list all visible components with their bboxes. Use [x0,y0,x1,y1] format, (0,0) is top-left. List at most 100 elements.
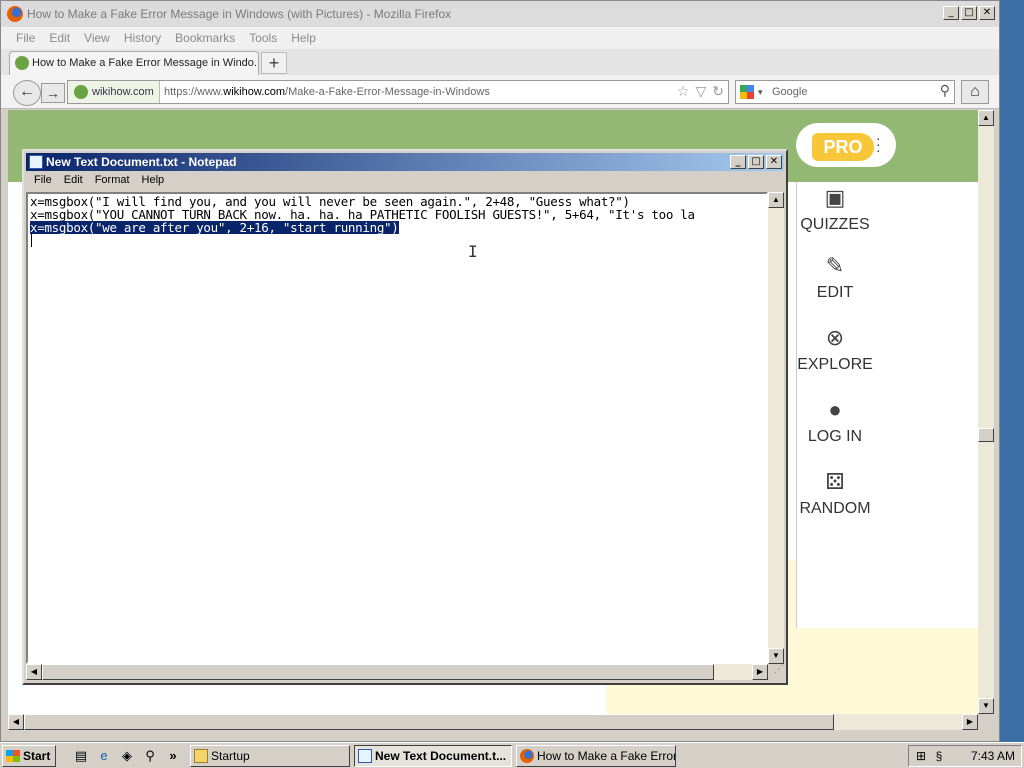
notepad-title: New Text Document.txt - Notepad [46,155,237,169]
home-button[interactable]: ⌂ [961,80,989,104]
user-icon: ● [828,397,842,422]
nav-quizzes[interactable]: ▣ QUIZZES [797,186,873,234]
notepad-scroll-right-icon[interactable]: ▶ [752,664,768,680]
notepad-hscroll-thumb[interactable] [42,664,714,680]
folder-icon [194,749,208,763]
menu-file[interactable]: File [9,27,42,49]
scroll-right-arrow-icon[interactable]: ▶ [962,714,978,730]
notepad-menu-help[interactable]: Help [136,172,171,191]
text-caret [31,234,32,247]
scroll-left-arrow-icon[interactable]: ◀ [8,714,24,730]
dice-icon: ⚄ [825,469,845,494]
nav-explore-label: EXPLORE [797,356,873,373]
site-identity-button[interactable]: wikihow.com [68,81,160,103]
task-firefox-label: How to Make a Fake Error... [537,749,676,763]
tray-status-icon[interactable]: § [931,748,947,764]
task-startup[interactable]: Startup [190,745,350,767]
notepad-menu-edit[interactable]: Edit [58,172,89,191]
resize-grip-icon[interactable]: ⋰ [768,664,784,680]
search-engine-dropdown-icon[interactable]: ▾ [758,81,763,103]
maximize-button[interactable]: □ [961,6,977,20]
search-bar[interactable]: ▾ Google ⚲ [735,80,955,104]
text-line-3-selected: x=msgbox("we are after you", 2+16, "star… [30,220,399,235]
system-tray: ⊞ § 7:43 AM [908,745,1022,767]
network-icon[interactable]: ◈ [118,747,136,765]
tab-wikihow[interactable]: How to Make a Fake Error Message in Wind… [9,51,259,75]
nav-quizzes-label: QUIZZES [800,216,870,233]
quizzes-icon: ▣ [824,185,846,210]
menu-view[interactable]: View [77,27,117,49]
page-vertical-scrollbar[interactable]: ▲ ▼ [978,110,994,714]
new-tab-button[interactable]: + [261,52,287,74]
notepad-task-icon [358,749,372,763]
notepad-text-area[interactable]: x=msgbox("I will find you, and you will … [26,192,768,664]
task-notepad[interactable]: New Text Document.t... [354,745,512,767]
scroll-down-arrow-icon[interactable]: ▼ [978,698,994,714]
notepad-close-button[interactable]: ✕ [766,155,782,169]
notepad-maximize-button[interactable]: □ [748,155,764,169]
notepad-scroll-down-icon[interactable]: ▼ [768,648,784,664]
firefox-titlebar: How to Make a Fake Error Message in Wind… [1,1,999,27]
search-placeholder: Google [772,86,808,98]
search-quicklaunch-icon[interactable]: ⚲ [141,747,159,765]
close-button[interactable]: ✕ [979,6,995,20]
start-label: Start [23,749,51,763]
notepad-menu-file[interactable]: File [28,172,58,191]
notepad-horizontal-scrollbar[interactable]: ◀ ▶ [26,664,768,680]
nav-explore[interactable]: ⊗ EXPLORE [797,326,873,374]
pro-badge[interactable]: PRO · · · [796,123,896,167]
notepad-minimize-button[interactable]: _ [730,155,746,169]
page-hscroll-thumb[interactable] [24,714,834,730]
nav-login-label: LOG IN [807,428,863,445]
reload-icon[interactable]: ↻ [712,83,724,100]
google-icon[interactable] [740,85,754,99]
notepad-scroll-left-icon[interactable]: ◀ [26,664,42,680]
show-desktop-icon[interactable]: ▤ [72,747,90,765]
tray-network-icon[interactable]: ⊞ [913,748,929,764]
nav-random[interactable]: ⚄ RANDOM [797,470,873,518]
nav-login[interactable]: ● LOG IN [797,398,873,446]
dropdown-arrow-icon[interactable]: ▽ [695,83,706,100]
url-bar[interactable]: wikihow.com https://www.wikihow.com/Make… [67,80,729,104]
back-button[interactable]: ← [13,80,41,106]
site-favicon-icon [74,85,88,99]
menu-edit[interactable]: Edit [42,27,77,49]
tab-title: How to Make a Fake Error Message in Wind… [32,57,259,69]
menu-history[interactable]: History [117,27,168,49]
clock[interactable]: 7:43 AM [971,746,1015,766]
menu-bookmarks[interactable]: Bookmarks [168,27,242,49]
side-nav: ▣ QUIZZES ✎ EDIT ⊗ EXPLORE ● LOG IN ⚄ RA… [796,182,978,628]
compass-icon: ⊗ [825,325,845,350]
navigation-toolbar: ← → wikihow.com https://www.wikihow.com/… [1,75,999,109]
start-button[interactable]: Start [2,745,56,767]
more-dots-icon[interactable]: · · · [876,131,881,157]
wikihow-favicon-icon [15,56,29,70]
notepad-window: New Text Document.txt - Notepad _ □ ✕ Fi… [22,149,788,685]
firefox-task-icon [520,749,534,763]
search-icon[interactable]: ⚲ [940,82,950,99]
page-horizontal-scrollbar[interactable]: ◀ ▶ [8,714,978,730]
scroll-up-arrow-icon[interactable]: ▲ [978,110,994,126]
nav-edit[interactable]: ✎ EDIT [797,254,873,302]
ibeam-cursor-icon: I [468,242,478,261]
nav-edit-label: EDIT [816,284,854,301]
task-notepad-label: New Text Document.t... [375,749,507,763]
minimize-button[interactable]: _ [943,6,959,20]
menu-tools[interactable]: Tools [242,27,284,49]
notepad-titlebar[interactable]: New Text Document.txt - Notepad _ □ ✕ [26,153,784,171]
firefox-menubar: File Edit View History Bookmarks Tools H… [1,27,999,49]
notepad-menubar: File Edit Format Help [26,172,784,191]
task-firefox[interactable]: How to Make a Fake Error... [516,745,676,767]
menu-help[interactable]: Help [284,27,323,49]
notepad-scroll-up-icon[interactable]: ▲ [768,192,784,208]
quicklaunch-overflow-chevron[interactable]: » [164,747,182,765]
pro-label: PRO [812,133,874,161]
url-text[interactable]: https://www.wikihow.com/Make-a-Fake-Erro… [164,81,490,103]
forward-button[interactable]: → [41,83,65,103]
firefox-logo-icon [7,6,23,22]
internet-explorer-icon[interactable]: e [95,747,113,765]
bookmark-star-icon[interactable]: ☆ [677,83,690,100]
notepad-vertical-scrollbar[interactable]: ▲ ▼ [768,192,784,664]
page-scroll-thumb[interactable] [978,428,994,442]
notepad-menu-format[interactable]: Format [89,172,136,191]
